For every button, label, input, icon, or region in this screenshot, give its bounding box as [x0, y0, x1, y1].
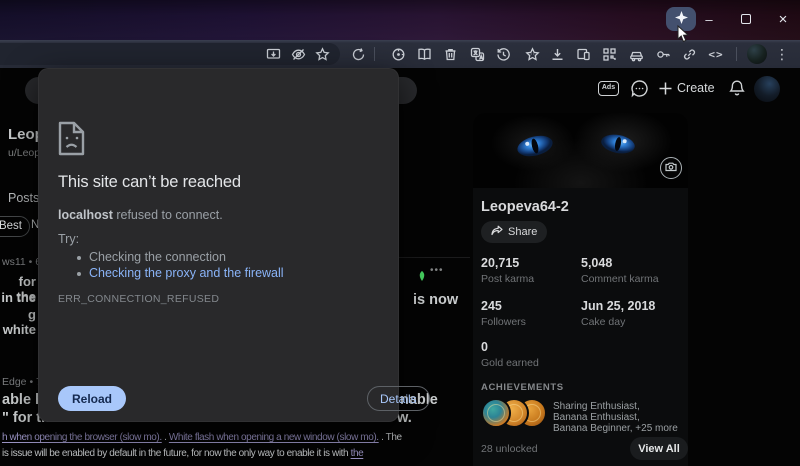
history-icon[interactable]	[495, 46, 511, 62]
stat-value: 0	[481, 340, 488, 354]
chat-icon[interactable]	[630, 79, 649, 103]
camera-icon	[665, 161, 677, 176]
bg-link-3[interactable]: the	[351, 448, 364, 459]
bg-overflow-dots[interactable]: •••	[430, 265, 444, 276]
profile-banner-cat-image	[473, 113, 688, 188]
mouse-cursor	[677, 25, 690, 48]
share-button[interactable]: Share	[481, 221, 547, 243]
download-icon[interactable]	[549, 46, 565, 62]
bg-sort-pill[interactable]: Best	[0, 216, 30, 237]
stat-value: 245	[481, 299, 502, 313]
achievements-unlocked-count: 28 unlocked	[481, 443, 538, 455]
award-leaf-icon	[417, 268, 427, 286]
bullet-dot	[77, 272, 81, 276]
achievements-heading: ACHIEVEMENTS	[481, 382, 564, 393]
link-copy-icon[interactable]	[681, 46, 697, 62]
profile-username: Leopeva64-2	[481, 199, 569, 215]
bg-post-fragment: is now	[413, 292, 458, 308]
bg-post1-line: in the	[0, 290, 36, 305]
bookmark-star-icon[interactable]	[314, 46, 330, 62]
error-try-label: Try:	[58, 232, 79, 246]
toolbar-separator	[736, 47, 737, 61]
minimize-button[interactable]: –	[698, 0, 720, 40]
bg-links-line2: is issue will be enabled by default in t…	[2, 448, 363, 459]
bg-links-line1: h when opening the browser (slow mo). . …	[2, 432, 402, 443]
omnibox[interactable]	[0, 43, 340, 65]
sad-page-icon	[58, 121, 85, 161]
details-button[interactable]: Details	[367, 386, 430, 411]
suggestion-link[interactable]: Checking the proxy and the firewall	[89, 266, 284, 280]
share-label: Share	[508, 226, 537, 238]
stat-label: Cake day	[581, 316, 625, 328]
menu-kebab-icon[interactable]: ⋮	[774, 46, 790, 62]
lens-extension-icon[interactable]	[390, 46, 406, 62]
profile-card: Leopeva64-2 Share 20,715 Post karma 5,04…	[473, 113, 688, 466]
translate-icon[interactable]	[469, 46, 485, 62]
sync-extension-icon[interactable]	[350, 46, 366, 62]
error-code: ERR_CONNECTION_REFUSED	[58, 293, 219, 305]
close-button[interactable]: ×	[772, 0, 794, 40]
stat-label: Comment karma	[581, 273, 659, 285]
toolbar-separator	[374, 47, 375, 61]
stat-label: Gold earned	[481, 357, 539, 369]
bg-link-1[interactable]: h when opening the browser (slow mo).	[2, 432, 162, 443]
dev-tools-icon[interactable]: <>	[708, 46, 724, 62]
achievement-line: Sharing Enthusiast,	[553, 401, 640, 412]
user-avatar[interactable]	[754, 76, 780, 102]
maximize-button[interactable]	[741, 14, 751, 24]
bg-post2-line2-right: w.	[397, 410, 412, 426]
view-all-achievements-button[interactable]: View All	[630, 437, 688, 460]
bg-link-2[interactable]: White flash when opening a new window (s…	[169, 432, 379, 443]
stat-value: 20,715	[481, 256, 519, 270]
achievement-line: Banana Enthusiast,	[553, 412, 640, 423]
error-message: localhost refused to connect.	[58, 208, 223, 222]
profile-avatar[interactable]	[747, 44, 767, 64]
passwords-icon[interactable]	[655, 46, 671, 62]
stat-value: Jun 25, 2018	[581, 299, 655, 313]
bullet-dot	[77, 256, 81, 260]
bg-post1-line: g white	[0, 307, 36, 337]
stat-label: Followers	[481, 316, 526, 328]
plus-icon[interactable]	[659, 82, 672, 100]
bg-tab-posts[interactable]: Posts	[8, 191, 39, 205]
create-button[interactable]: Create	[677, 81, 715, 95]
suggestion-item: Checking the connection	[89, 250, 226, 264]
edit-banner-camera-button[interactable]	[660, 157, 682, 179]
error-title: This site can’t be reached	[58, 173, 241, 192]
window-titlebar: – ×	[0, 0, 800, 40]
reload-button[interactable]: Reload	[58, 386, 126, 411]
browser-window: – ×	[0, 0, 800, 466]
share-icon	[491, 225, 503, 239]
achievement-line: Banana Beginner, +25 more	[553, 423, 678, 434]
automation-extension-icon[interactable]	[628, 46, 644, 62]
error-dialog: This site can’t be reached localhost ref…	[38, 68, 399, 422]
qr-code-icon[interactable]	[601, 46, 617, 62]
install-icon[interactable]	[265, 46, 281, 62]
error-host: localhost	[58, 208, 113, 222]
ads-button[interactable]: Ads	[598, 81, 619, 96]
post-divider	[395, 257, 470, 258]
favorites-star-icon[interactable]	[524, 46, 540, 62]
trash-extension-icon[interactable]	[442, 46, 458, 62]
stat-value: 5,048	[581, 256, 612, 270]
notifications-bell-icon[interactable]	[728, 79, 746, 102]
stat-label: Post karma	[481, 273, 534, 285]
reading-list-icon[interactable]	[416, 46, 432, 62]
send-to-device-icon[interactable]	[575, 46, 591, 62]
achievement-badge	[481, 398, 511, 428]
visibility-off-icon[interactable]	[290, 46, 306, 62]
